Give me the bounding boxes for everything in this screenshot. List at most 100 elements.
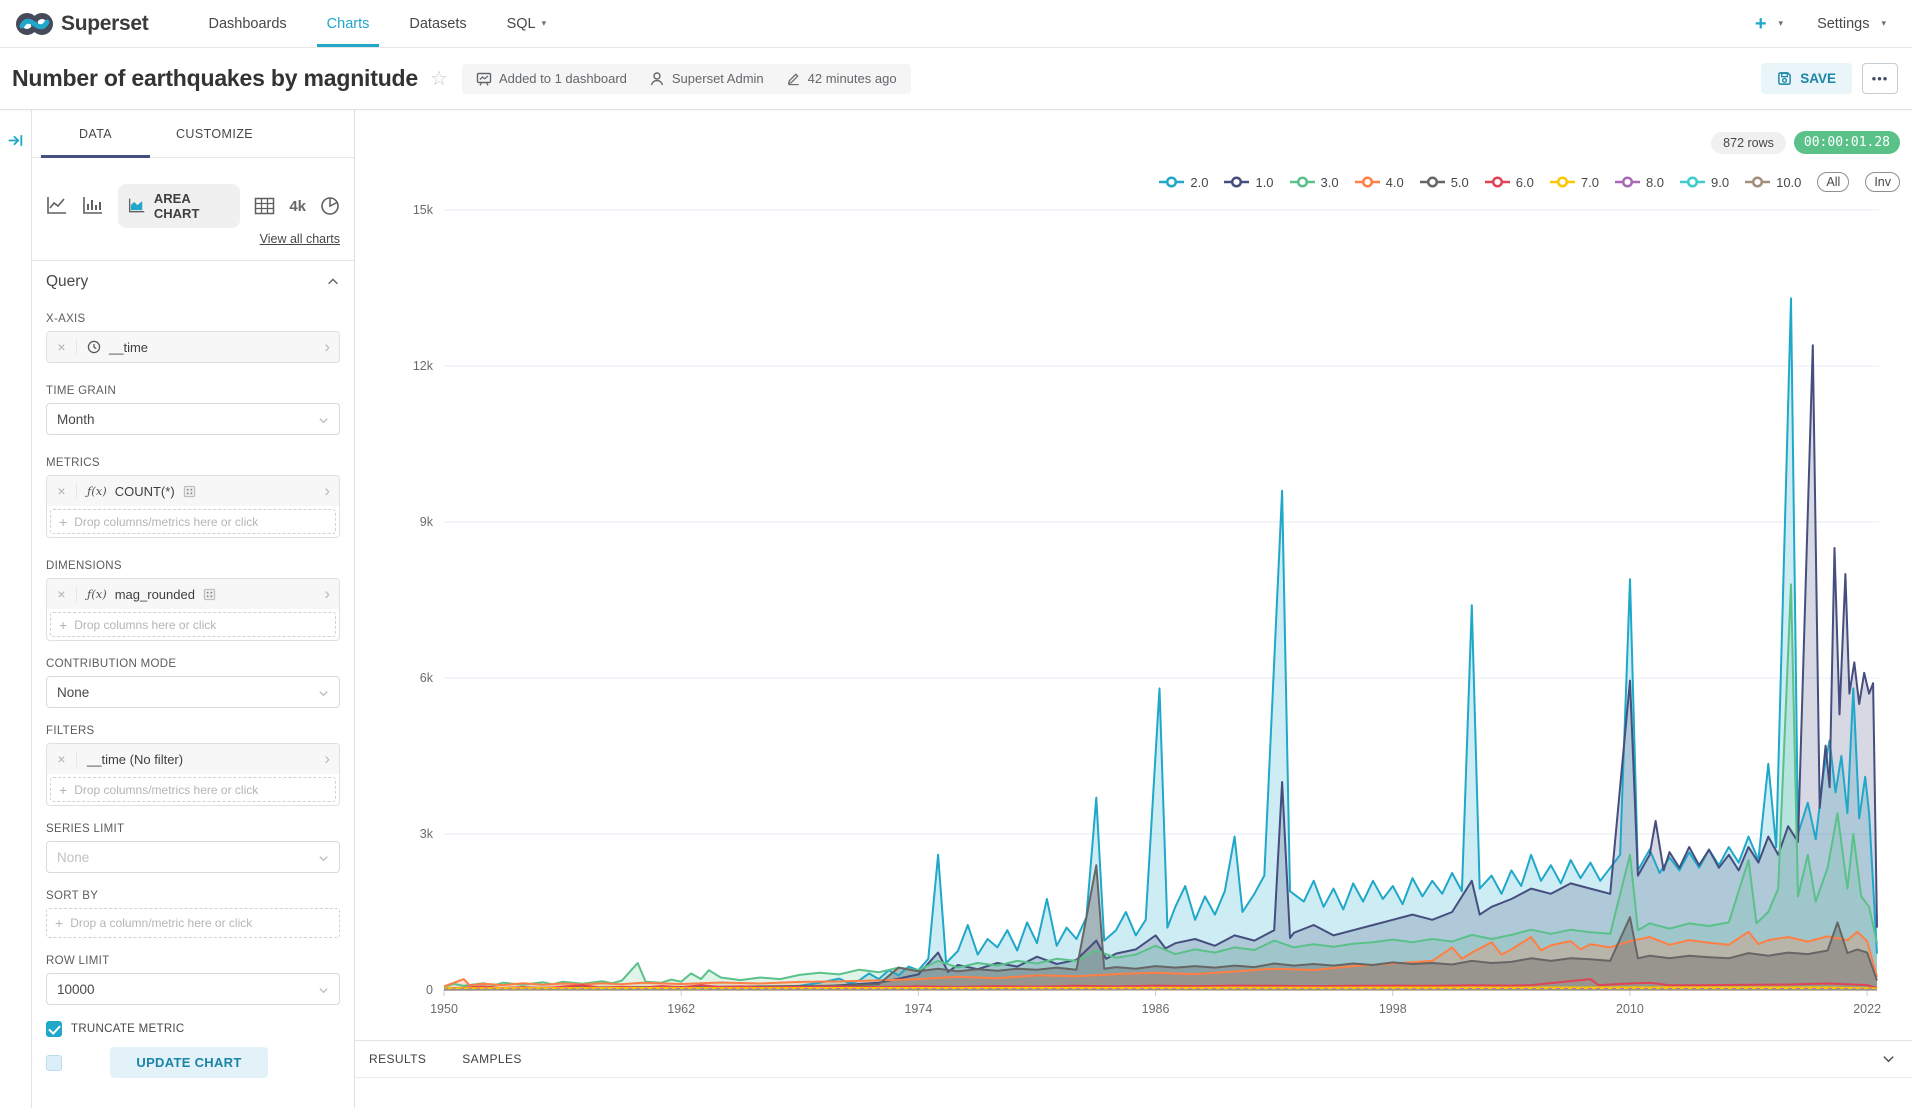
partial-checkbox[interactable] bbox=[46, 1055, 62, 1071]
big-number-chart-icon[interactable]: 4k bbox=[289, 198, 306, 215]
series-limit-label: SERIES LIMIT bbox=[46, 823, 340, 835]
last-modified-badge[interactable]: 42 minutes ago bbox=[786, 71, 897, 86]
legend-select-all-button[interactable]: All bbox=[1817, 172, 1849, 192]
remove-icon[interactable]: × bbox=[47, 751, 77, 767]
metric-item[interactable]: × ƒ(x) COUNT(*) › bbox=[47, 476, 339, 506]
legend-item-2.0[interactable]: 2.0 bbox=[1159, 175, 1208, 190]
legend-item-1.0[interactable]: 1.0 bbox=[1224, 175, 1273, 190]
contribution-mode-select[interactable]: None bbox=[46, 676, 340, 708]
superset-brand[interactable]: Superset bbox=[0, 0, 158, 47]
filter-item[interactable]: × __time (No filter) › bbox=[47, 744, 339, 774]
nav-item-sql[interactable]: SQL▾ bbox=[487, 0, 567, 47]
legend-item-5.0[interactable]: 5.0 bbox=[1420, 175, 1469, 190]
remove-icon[interactable]: × bbox=[47, 483, 77, 499]
fx-icon: ƒ(x) bbox=[87, 484, 107, 498]
query-title: Query bbox=[46, 273, 88, 291]
nav-item-dashboards[interactable]: Dashboards bbox=[188, 0, 306, 47]
truncate-metric-checkbox[interactable] bbox=[46, 1021, 62, 1037]
row-limit-select[interactable]: 10000 bbox=[46, 973, 340, 1005]
table-chart-icon[interactable] bbox=[254, 197, 275, 216]
save-button[interactable]: SAVE bbox=[1761, 63, 1852, 94]
legend-invert-button[interactable]: Inv bbox=[1865, 172, 1900, 192]
user-icon bbox=[649, 71, 665, 87]
panel-tabs: DATA CUSTOMIZE bbox=[32, 110, 354, 158]
dashboards-badge[interactable]: Added to 1 dashboard bbox=[476, 71, 627, 87]
chart-type-area-selected[interactable]: AREA CHART bbox=[118, 184, 240, 228]
line-chart-icon[interactable] bbox=[46, 196, 68, 216]
chevron-up-icon[interactable] bbox=[326, 275, 340, 289]
svg-text:3k: 3k bbox=[420, 827, 434, 841]
nav-item-charts[interactable]: Charts bbox=[307, 0, 390, 47]
tab-data[interactable]: DATA bbox=[36, 110, 155, 157]
fx-icon: ƒ(x) bbox=[87, 587, 107, 601]
time-grain-select[interactable]: Month bbox=[46, 403, 340, 435]
plus-icon: + bbox=[59, 617, 67, 633]
plus-icon: + bbox=[1755, 14, 1767, 34]
legend-items: 2.0 1.0 3.0 4.0 5.0 6.0 7.0 8.0 9.0 10.0 bbox=[1159, 175, 1801, 190]
expand-panel-icon[interactable] bbox=[7, 132, 24, 149]
pencil-icon bbox=[786, 71, 801, 86]
pie-chart-icon[interactable] bbox=[320, 196, 340, 216]
legend-marker-icon bbox=[1485, 176, 1510, 188]
query-timer-badge: 00:00:01.28 bbox=[1794, 131, 1900, 154]
chevron-right-icon[interactable]: › bbox=[324, 337, 339, 357]
legend-marker-icon bbox=[1159, 176, 1184, 188]
favorite-star-icon[interactable]: ☆ bbox=[430, 66, 448, 91]
metrics-field: × ƒ(x) COUNT(*) › + Drop columns/metrics… bbox=[46, 475, 340, 538]
legend-item-7.0[interactable]: 7.0 bbox=[1550, 175, 1599, 190]
legend-item-10.0[interactable]: 10.0 bbox=[1745, 175, 1801, 190]
x-axis-field[interactable]: × __time › bbox=[46, 331, 340, 363]
svg-text:9k: 9k bbox=[420, 515, 434, 529]
caret-down-icon: ▾ bbox=[1779, 18, 1784, 29]
series-limit-select[interactable]: None bbox=[46, 841, 340, 873]
new-item-button[interactable]: + ▾ bbox=[1755, 14, 1783, 34]
dimension-item[interactable]: × ƒ(x) mag_rounded › bbox=[47, 579, 339, 609]
filter-value: __time (No filter) bbox=[87, 752, 183, 767]
nav-right: + ▾ Settings ▾ bbox=[1755, 0, 1912, 47]
sort-by-dropzone[interactable]: + Drop a column/metric here or click bbox=[46, 908, 340, 938]
update-chart-button[interactable]: UPDATE CHART bbox=[110, 1047, 268, 1078]
svg-text:1986: 1986 bbox=[1142, 1002, 1170, 1016]
owner-badge[interactable]: Superset Admin bbox=[649, 71, 764, 87]
chevron-right-icon[interactable]: › bbox=[324, 481, 339, 501]
time-grain-value: Month bbox=[57, 412, 95, 427]
series-limit-placeholder: None bbox=[57, 850, 89, 865]
x-axis-value: __time bbox=[109, 340, 148, 355]
sort-by-label: SORT BY bbox=[46, 890, 340, 902]
legend-item-4.0[interactable]: 4.0 bbox=[1355, 175, 1404, 190]
collapse-results-chevron-icon[interactable] bbox=[1881, 1051, 1896, 1066]
legend-item-3.0[interactable]: 3.0 bbox=[1290, 175, 1339, 190]
svg-text:2010: 2010 bbox=[1616, 1002, 1644, 1016]
area-chart-icon bbox=[128, 197, 146, 215]
query-section-header: Query bbox=[46, 273, 340, 291]
filters-dropzone[interactable]: + Drop columns/metrics here or click bbox=[50, 777, 336, 802]
nav-item-datasets[interactable]: Datasets bbox=[389, 0, 486, 47]
dimensions-dropzone[interactable]: + Drop columns here or click bbox=[50, 612, 336, 637]
tab-customize[interactable]: CUSTOMIZE bbox=[155, 110, 274, 157]
tab-results[interactable]: RESULTS bbox=[369, 1052, 426, 1066]
remove-icon[interactable]: × bbox=[47, 339, 77, 355]
superset-logo-icon bbox=[16, 12, 53, 36]
bar-chart-icon[interactable] bbox=[82, 196, 104, 216]
tab-samples[interactable]: SAMPLES bbox=[462, 1052, 522, 1066]
legend-item-8.0[interactable]: 8.0 bbox=[1615, 175, 1664, 190]
chevron-down-icon bbox=[318, 688, 329, 699]
chevron-down-icon bbox=[318, 415, 329, 426]
more-actions-button[interactable]: ••• bbox=[1862, 63, 1898, 94]
legend-marker-icon bbox=[1290, 176, 1315, 188]
dataset-column-icon bbox=[183, 485, 196, 498]
chevron-right-icon[interactable]: › bbox=[324, 749, 339, 769]
caret-down-icon: ▾ bbox=[1881, 18, 1886, 29]
view-all-charts-link[interactable]: View all charts bbox=[260, 232, 340, 246]
remove-icon[interactable]: × bbox=[47, 586, 77, 602]
legend-item-6.0[interactable]: 6.0 bbox=[1485, 175, 1534, 190]
metric-value: COUNT(*) bbox=[115, 484, 175, 499]
legend-marker-icon bbox=[1420, 176, 1445, 188]
filters-field: × __time (No filter) › + Drop columns/me… bbox=[46, 743, 340, 806]
metrics-dropzone[interactable]: + Drop columns/metrics here or click bbox=[50, 509, 336, 534]
settings-menu[interactable]: Settings ▾ bbox=[1817, 16, 1886, 32]
dimensions-label: DIMENSIONS bbox=[46, 560, 340, 572]
brand-name: Superset bbox=[61, 12, 148, 36]
chevron-right-icon[interactable]: › bbox=[324, 584, 339, 604]
legend-item-9.0[interactable]: 9.0 bbox=[1680, 175, 1729, 190]
